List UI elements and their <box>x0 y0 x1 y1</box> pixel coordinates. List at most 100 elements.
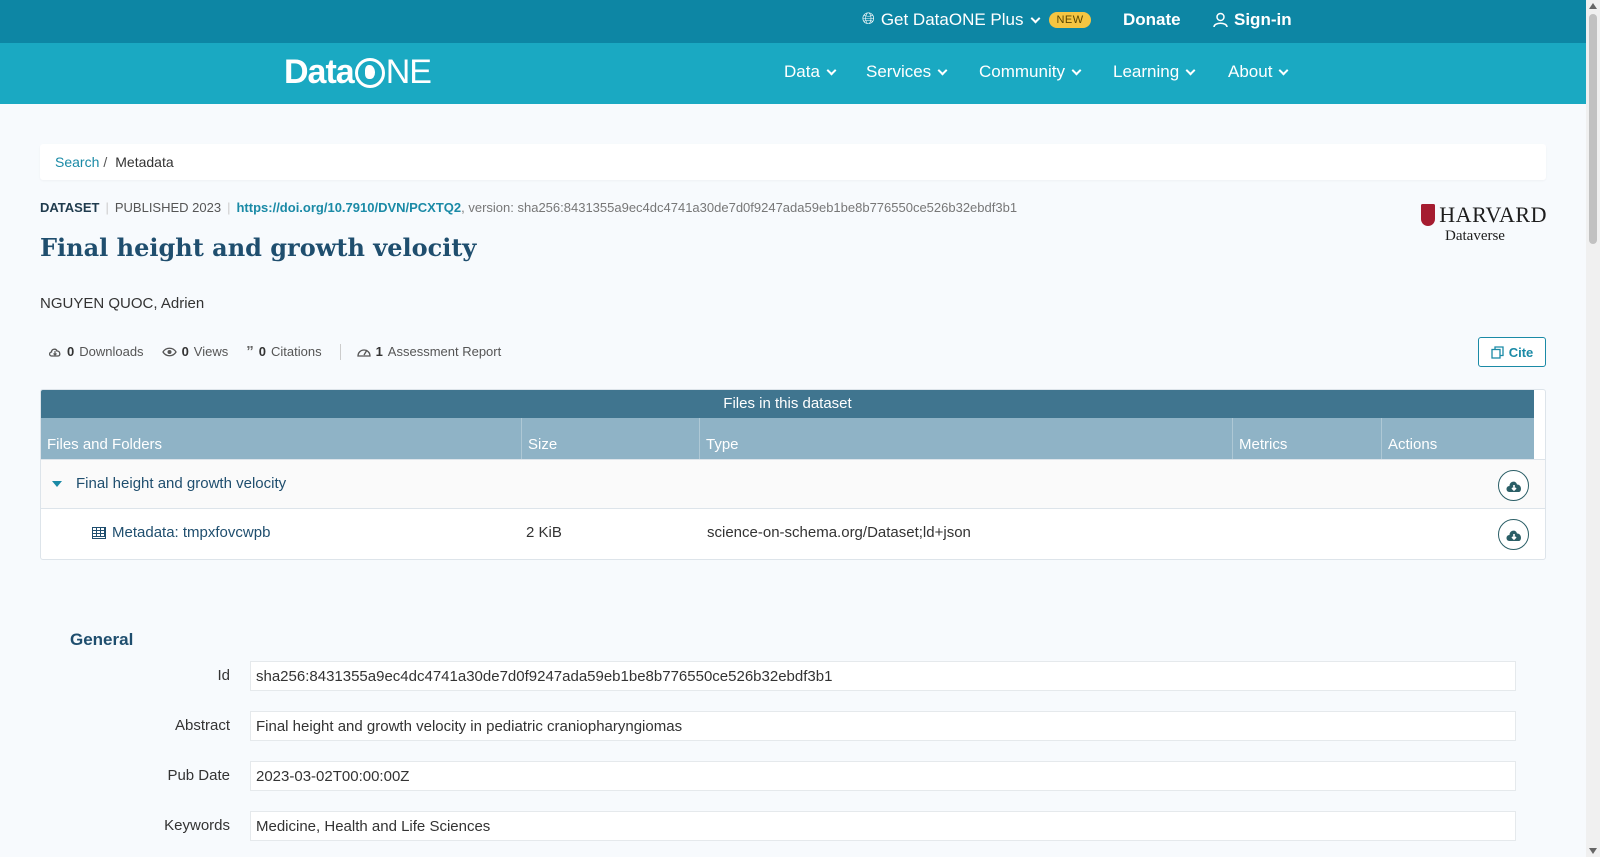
nav-item-community-label: Community <box>979 62 1065 81</box>
globe-plus-icon: 🌐︎ <box>862 11 875 28</box>
logo-text-ne: NE <box>385 53 432 91</box>
column-header-size[interactable]: Size <box>521 418 699 459</box>
nav-item-community[interactable]: Community <box>979 62 1082 82</box>
table-row[interactable]: Final height and growth velocity <box>41 459 1545 509</box>
cloud-download-icon <box>48 348 61 357</box>
file-type: science-on-schema.org/Dataset;ld+json <box>707 524 971 541</box>
page-scrollbar[interactable] <box>1586 0 1600 857</box>
chevron-down-icon <box>1071 65 1082 75</box>
field-label-keywords: Keywords <box>164 817 230 834</box>
cloud-download-icon <box>1506 481 1521 492</box>
sign-in-link[interactable]: Sign-in <box>1213 10 1292 30</box>
cite-label: Cite <box>1508 344 1534 360</box>
scrollbar-thumb[interactable] <box>1589 14 1597 244</box>
views-label: Views <box>193 344 229 359</box>
sign-in-label: Sign-in <box>1234 10 1292 29</box>
breadcrumb-current: Metadata <box>115 154 174 170</box>
assessment-count: 1 <box>375 344 383 359</box>
dataset-title: Final height and growth velocity <box>40 233 477 262</box>
citations-count: 0 <box>258 344 266 359</box>
download-folder-button[interactable] <box>1498 470 1529 501</box>
citations-label: Citations <box>270 344 322 359</box>
get-dataone-plus-label: Get DataONE Plus <box>880 10 1024 29</box>
column-header-files[interactable]: Files and Folders <box>41 418 521 459</box>
table-row[interactable]: Metadata: tmpxfovcwpb 2 KiB science-on-s… <box>41 509 1545 559</box>
assessment-label: Assessment Report <box>387 344 502 359</box>
field-value-abstract: Final height and growth velocity in pedi… <box>250 711 1516 741</box>
column-header-metrics[interactable]: Metrics <box>1232 418 1381 459</box>
nav-item-data[interactable]: Data <box>784 62 837 82</box>
repository-name: HARVARD <box>1439 202 1547 227</box>
nav-item-learning[interactable]: Learning <box>1113 62 1196 82</box>
metrics-divider <box>339 343 341 360</box>
version-text: , version: sha256:8431355a9ec4dc4741a30d… <box>461 200 1018 215</box>
dataset-metrics: 0 Downloads 0 Views ” 0 Citations 1 Asse… <box>48 343 519 360</box>
nav-item-about[interactable]: About <box>1228 62 1289 82</box>
repository-sub: Dataverse <box>1445 228 1505 244</box>
field-value-id: sha256:8431355a9ec4dc4741a30de7d0f9247ad… <box>250 661 1516 691</box>
downloads-count: 0 <box>67 344 75 359</box>
general-section-title: General <box>70 630 134 649</box>
utility-bar: 🌐︎ Get DataONE Plus NEW Donate Sign-in <box>0 0 1586 43</box>
user-icon <box>1213 12 1228 28</box>
files-table: Files in this dataset Files and Folders … <box>40 389 1546 560</box>
chevron-down-icon <box>1031 13 1041 23</box>
breadcrumb-search-link[interactable]: Search <box>55 154 99 170</box>
files-table-caption: Files in this dataset <box>41 390 1534 418</box>
copy-icon <box>1491 345 1504 359</box>
published-label: PUBLISHED 2023 <box>114 200 222 215</box>
nav-item-services[interactable]: Services <box>866 62 948 82</box>
scroll-down-icon[interactable] <box>1589 848 1597 854</box>
harvard-dataverse-logo[interactable]: HARVARD Dataverse <box>1421 202 1547 245</box>
downloads-label: Downloads <box>79 344 144 359</box>
nav-item-services-label: Services <box>866 62 932 81</box>
nav-item-about-label: About <box>1228 62 1273 81</box>
new-badge: NEW <box>1049 12 1091 28</box>
nav-item-data-label: Data <box>784 62 820 81</box>
breadcrumb: Search / Metadata <box>40 144 1546 180</box>
folder-name[interactable]: Final height and growth velocity <box>76 475 286 492</box>
field-value-keywords: Medicine, Health and Life Sciences <box>250 811 1516 841</box>
harvard-shield-icon <box>1421 204 1436 226</box>
dataset-author[interactable]: NGUYEN QUOC, Adrien <box>40 295 204 312</box>
cloud-download-icon <box>1506 530 1521 541</box>
chevron-down-icon <box>937 65 948 75</box>
chevron-down-icon <box>826 65 837 75</box>
nav-item-learning-label: Learning <box>1113 62 1180 81</box>
file-size: 2 KiB <box>526 524 562 541</box>
globe-icon <box>354 57 385 88</box>
field-label-pub-date: Pub Date <box>167 767 230 784</box>
dataone-logo[interactable]: Data NE <box>284 53 432 92</box>
breadcrumb-separator: / <box>103 154 108 170</box>
scroll-up-icon[interactable] <box>1589 3 1597 9</box>
dataset-meta-line: DATASET | PUBLISHED 2023 | https://doi.o… <box>40 200 1017 215</box>
column-header-actions[interactable]: Actions <box>1381 418 1534 459</box>
donate-link[interactable]: Donate <box>1123 10 1181 30</box>
cite-button[interactable]: Cite <box>1478 337 1546 367</box>
doi-link[interactable]: https://doi.org/10.7910/DVN/PCXTQ2 <box>236 200 461 215</box>
main-navbar: Data NE Data Services Community Learning… <box>0 43 1586 104</box>
caret-down-icon[interactable] <box>52 481 62 487</box>
column-header-type[interactable]: Type <box>699 418 1232 459</box>
table-icon <box>92 526 106 539</box>
chevron-down-icon <box>1185 65 1196 75</box>
assessment-metric[interactable]: 1 Assessment Report <box>356 344 502 359</box>
views-count: 0 <box>181 344 189 359</box>
meta-divider: | <box>227 200 231 215</box>
downloads-metric[interactable]: 0 Downloads <box>48 344 144 359</box>
field-label-id: Id <box>217 667 230 684</box>
file-link[interactable]: Metadata: tmpxfovcwpb <box>92 524 270 541</box>
files-table-header: Files and Folders Size Type Metrics Acti… <box>41 418 1534 459</box>
file-name: Metadata: tmpxfovcwpb <box>112 524 271 541</box>
gauge-icon <box>356 349 371 357</box>
field-label-abstract: Abstract <box>174 717 230 734</box>
views-metric[interactable]: 0 Views <box>161 344 229 359</box>
logo-text-data: Data <box>284 53 355 91</box>
eye-icon <box>161 347 177 356</box>
meta-divider: | <box>105 200 109 215</box>
download-file-button[interactable] <box>1498 519 1529 550</box>
quote-icon: ” <box>246 343 254 360</box>
chevron-down-icon <box>1278 65 1289 75</box>
citations-metric[interactable]: ” 0 Citations <box>246 343 321 360</box>
get-dataone-plus-menu[interactable]: 🌐︎ Get DataONE Plus NEW <box>862 10 1091 30</box>
